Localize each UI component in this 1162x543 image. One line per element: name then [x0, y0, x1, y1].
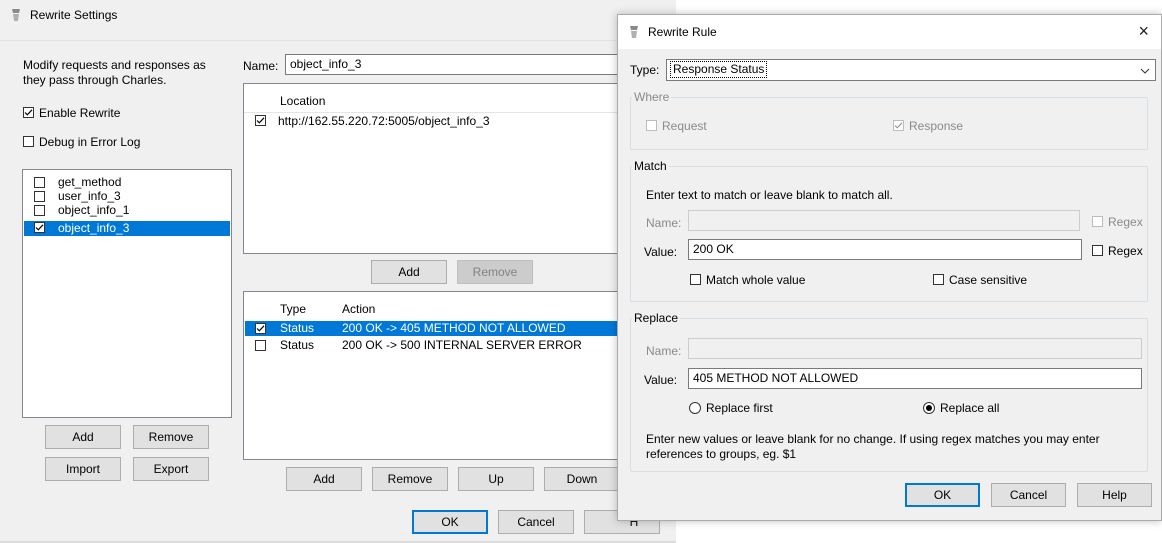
- checkmark-icon: [256, 325, 265, 332]
- rule-add-button[interactable]: Add: [286, 467, 362, 491]
- settings-cancel-button[interactable]: Cancel: [498, 510, 574, 534]
- case-sensitive-label: Case sensitive: [949, 273, 1028, 287]
- settings-ok-button[interactable]: OK: [412, 510, 488, 534]
- match-name-regex-label: Regex: [1108, 215, 1143, 229]
- type-label: Type:: [630, 63, 660, 77]
- enable-rewrite-checkbox[interactable]: [23, 107, 34, 118]
- where-legend: Where: [632, 90, 672, 104]
- set-label[interactable]: user_info_3: [58, 189, 121, 203]
- close-icon[interactable]: ×: [1138, 21, 1149, 41]
- replace-all-radio[interactable]: [923, 402, 935, 414]
- where-group: [630, 97, 1148, 150]
- checkmark-icon: [24, 109, 33, 116]
- replace-first-radio[interactable]: [689, 402, 701, 414]
- set-checkbox[interactable]: [34, 191, 45, 202]
- location-remove-button[interactable]: Remove: [457, 260, 533, 284]
- replace-value-label: Value:: [644, 373, 678, 387]
- location-url[interactable]: http://162.55.220.72:5005/object_info_3: [278, 114, 490, 128]
- debug-log-label: Debug in Error Log: [39, 135, 141, 149]
- set-label[interactable]: get_method: [58, 175, 121, 189]
- match-whole-value-label: Match whole value: [706, 273, 806, 287]
- set-name-input[interactable]: object_info_3: [285, 54, 625, 75]
- charles-app-icon: [630, 26, 638, 38]
- description-line-1: Modify requests and responses as: [23, 58, 206, 72]
- locations-table[interactable]: Location http://162.55.220.72:5005/objec…: [243, 83, 624, 254]
- rules-table[interactable]: Type Action Status 200 OK -> 405 METHOD …: [243, 291, 623, 460]
- match-value-input[interactable]: 200 OK: [688, 239, 1082, 260]
- match-whole-value-checkbox[interactable]: [690, 274, 701, 285]
- sets-import-button[interactable]: Import: [45, 457, 121, 481]
- checkmark-icon: [35, 224, 44, 231]
- set-checkbox[interactable]: [34, 222, 45, 233]
- replace-value-input[interactable]: 405 METHOD NOT ALLOWED: [688, 368, 1142, 389]
- match-value-regex-checkbox[interactable]: [1092, 245, 1103, 256]
- charles-app-icon: [12, 9, 20, 21]
- debug-log-checkbox[interactable]: [23, 136, 34, 147]
- request-label: Request: [662, 119, 707, 133]
- rule-title-bar: Rewrite Rule ×: [618, 15, 1161, 49]
- set-label[interactable]: object_info_1: [58, 203, 129, 217]
- replace-legend: Replace: [632, 311, 681, 325]
- enable-rewrite-label: Enable Rewrite: [39, 106, 121, 120]
- rule-action[interactable]: 200 OK -> 405 METHOD NOT ALLOWED: [342, 321, 566, 335]
- rule-cancel-button[interactable]: Cancel: [991, 483, 1066, 507]
- rule-title: Rewrite Rule: [648, 25, 717, 39]
- match-name-regex-checkbox[interactable]: [1092, 216, 1103, 227]
- replace-all-label: Replace all: [940, 401, 1000, 415]
- match-value-label: Value:: [644, 245, 678, 259]
- rule-checkbox[interactable]: [255, 323, 266, 334]
- rule-type[interactable]: Status: [280, 338, 314, 352]
- action-column-header[interactable]: Action: [342, 302, 375, 316]
- match-hint: Enter text to match or leave blank to ma…: [646, 188, 893, 202]
- replace-hint-line-2: references to groups, eg. $1: [646, 447, 797, 461]
- response-label: Response: [909, 119, 964, 133]
- rule-up-button[interactable]: Up: [458, 467, 534, 491]
- title-separator: [0, 40, 676, 41]
- replace-name-label: Name:: [646, 344, 682, 358]
- match-value-regex-label: Regex: [1108, 244, 1143, 258]
- name-label: Name:: [243, 59, 279, 73]
- radio-selected-dot: [926, 405, 932, 411]
- rule-ok-button[interactable]: OK: [905, 483, 980, 507]
- case-sensitive-checkbox[interactable]: [933, 274, 944, 285]
- set-checkbox[interactable]: [34, 177, 45, 188]
- checkmark-icon: [256, 117, 265, 124]
- location-checkbox[interactable]: [255, 115, 266, 126]
- match-name-input[interactable]: [688, 210, 1080, 231]
- chevron-down-icon: [1140, 68, 1150, 74]
- sets-add-button[interactable]: Add: [45, 425, 121, 449]
- replace-first-label: Replace first: [706, 401, 773, 415]
- set-label[interactable]: object_info_3: [58, 221, 129, 235]
- rewrite-rule-dialog: Rewrite Rule × Type: Response Status Whe…: [617, 14, 1162, 521]
- rewrite-settings-window: Rewrite Settings Modify requests and res…: [0, 0, 676, 543]
- match-name-label: Name:: [646, 216, 682, 230]
- request-checkbox[interactable]: [646, 120, 657, 131]
- settings-title: Rewrite Settings: [30, 8, 118, 22]
- rule-remove-button[interactable]: Remove: [372, 467, 448, 491]
- match-legend: Match: [632, 159, 669, 173]
- rule-help-button[interactable]: Help: [1077, 483, 1152, 507]
- header-divider: [244, 112, 624, 113]
- rule-action[interactable]: 200 OK -> 500 INTERNAL SERVER ERROR: [342, 338, 582, 352]
- rule-down-button[interactable]: Down: [544, 467, 620, 491]
- type-select[interactable]: Response Status: [666, 59, 1156, 81]
- type-column-header[interactable]: Type: [280, 302, 306, 316]
- location-column-header[interactable]: Location: [280, 94, 325, 108]
- set-checkbox[interactable]: [34, 205, 45, 216]
- checkmark-icon: [894, 122, 903, 129]
- sets-remove-button[interactable]: Remove: [133, 425, 209, 449]
- type-select-value: Response Status: [669, 61, 768, 78]
- sets-export-button[interactable]: Export: [133, 457, 209, 481]
- rule-checkbox[interactable]: [255, 340, 266, 351]
- rewrite-sets-list[interactable]: get_method user_info_3 object_info_1 obj…: [22, 169, 232, 418]
- response-checkbox[interactable]: [893, 120, 904, 131]
- description-line-2: they pass through Charles.: [23, 73, 167, 87]
- rule-type[interactable]: Status: [280, 321, 314, 335]
- settings-title-bar: Rewrite Settings: [0, 0, 676, 30]
- location-add-button[interactable]: Add: [371, 260, 447, 284]
- replace-hint-line-1: Enter new values or leave blank for no c…: [646, 432, 1100, 446]
- replace-name-input[interactable]: [688, 338, 1142, 359]
